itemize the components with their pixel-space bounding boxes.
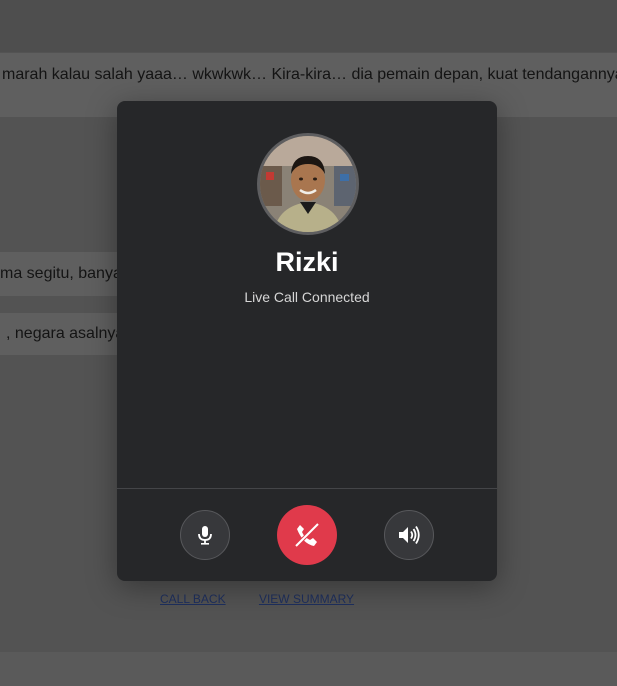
callee-name: Rizki (275, 247, 339, 277)
call-back-link[interactable]: CALL BACK (160, 592, 226, 606)
view-summary-link[interactable]: VIEW SUMMARY (259, 592, 354, 606)
end-call-button[interactable] (277, 505, 337, 565)
mute-button[interactable] (180, 510, 230, 560)
speaker-button[interactable] (384, 510, 434, 560)
avatar (257, 133, 359, 235)
background-header (0, 0, 617, 52)
microphone-icon (198, 526, 212, 545)
avatar-photo (260, 136, 356, 232)
speaker-icon (399, 526, 420, 544)
background-links: CALL BACK VIEW SUMMARY (160, 592, 384, 606)
call-modal: Rizki Live Call Connected (117, 101, 497, 581)
phone-hangup-icon (294, 522, 320, 548)
divider (117, 488, 497, 489)
background-footer (0, 652, 617, 686)
call-status: Live Call Connected (244, 289, 370, 305)
